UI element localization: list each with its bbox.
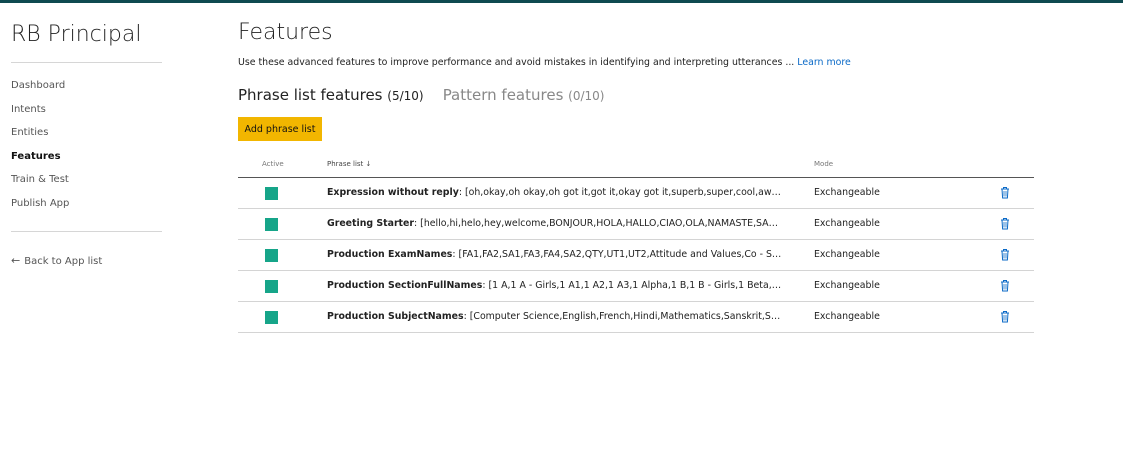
phrase-list-name: Greeting Starter [327,218,415,229]
sidebar-item-entities[interactable]: Entities [11,126,69,150]
arrow-left-icon: ← [11,254,21,267]
mode-cell: Exchangeable [814,187,880,198]
table-row[interactable]: Greeting Starter: [hello,hi,helo,hey,wel… [238,209,1034,240]
mode-cell: Exchangeable [814,249,880,260]
trash-icon[interactable] [1000,248,1010,261]
trash-icon[interactable] [1000,217,1010,230]
active-checkbox[interactable] [265,218,278,231]
sidebar-divider [11,231,162,232]
table-header: Active Phrase list ↓ Mode [238,152,1034,178]
sidebar-item-intents[interactable]: Intents [11,103,69,127]
sidebar-item-features[interactable]: Features [11,150,69,174]
page-title: Features [238,20,333,45]
mode-cell: Exchangeable [814,280,880,291]
top-bar [0,0,1123,3]
sidebar-item-publish-app[interactable]: Publish App [11,197,69,221]
table-row[interactable]: Production ExamNames: [FA1,FA2,SA1,FA3,F… [238,240,1034,271]
trash-icon[interactable] [1000,186,1010,199]
column-header-label: Phrase list [327,160,364,168]
learn-more-link[interactable]: Learn more [797,57,850,68]
column-header-phrase-list[interactable]: Phrase list ↓ [327,160,371,168]
back-link-label: Back to App list [24,256,103,267]
tab-phrase-list-features[interactable]: Phrase list features (5/10) [238,86,424,104]
app-title: RB Principal [11,22,142,47]
phrase-list-cell: Production SectionFullNames: [1 A,1 A - … [327,280,782,291]
tab-label: Phrase list features [238,86,383,104]
phrase-list-values: [1 A,1 A - Girls,1 A1,1 A2,1 A3,1 Alpha,… [488,280,783,291]
phrase-list-name: Production SectionFullNames [327,280,483,291]
mode-cell: Exchangeable [814,311,880,322]
phrase-list-values: [Computer Science,English,French,Hindi,M… [469,311,782,322]
page-description: Use these advanced features to improve p… [238,57,851,68]
description-text: Use these advanced features to improve p… [238,57,795,68]
mode-cell: Exchangeable [814,218,880,229]
phrase-list-cell: Production ExamNames: [FA1,FA2,SA1,FA3,F… [327,249,782,260]
tab-count: (5/10) [387,89,424,103]
phrase-list-table: Active Phrase list ↓ Mode Expression wit… [238,152,1034,333]
back-to-app-list-link[interactable]: ← Back to App list [11,254,102,267]
phrase-list-cell: Greeting Starter: [hello,hi,helo,hey,wel… [327,218,782,229]
feature-tabs: Phrase list features (5/10) Pattern feat… [238,85,618,104]
table-row[interactable]: Production SubjectNames: [Computer Scien… [238,302,1034,333]
add-phrase-list-button[interactable]: Add phrase list [238,117,322,141]
tab-count: (0/10) [568,89,605,103]
sort-arrow-icon: ↓ [365,160,372,168]
phrase-list-cell: Expression without reply: [oh,okay,oh ok… [327,187,782,198]
column-header-active: Active [262,160,284,168]
trash-icon[interactable] [1000,279,1010,292]
sidebar-item-train-test[interactable]: Train & Test [11,173,69,197]
tab-pattern-features[interactable]: Pattern features (0/10) [443,86,605,104]
active-checkbox[interactable] [265,280,278,293]
phrase-list-name: Production SubjectNames [327,311,464,322]
phrase-list-values: [oh,okay,oh okay,oh got it,got it,okay g… [464,187,782,198]
sidebar-item-dashboard[interactable]: Dashboard [11,79,69,103]
phrase-list-name: Expression without reply [327,187,459,198]
phrase-list-values: [FA1,FA2,SA1,FA3,FA4,SA2,QTY,UT1,UT2,Att… [458,249,782,260]
sidebar-divider [11,62,162,63]
phrase-list-values: [hello,hi,helo,hey,welcome,BONJOUR,HOLA,… [420,218,782,229]
tab-label: Pattern features [442,86,564,104]
table-row[interactable]: Expression without reply: [oh,okay,oh ok… [238,178,1034,209]
trash-icon[interactable] [1000,310,1010,323]
phrase-list-cell: Production SubjectNames: [Computer Scien… [327,311,782,322]
sidebar-nav: Dashboard Intents Entities Features Trai… [11,79,69,221]
active-checkbox[interactable] [265,311,278,324]
column-header-mode: Mode [814,160,834,168]
active-checkbox[interactable] [265,249,278,262]
table-row[interactable]: Production SectionFullNames: [1 A,1 A - … [238,271,1034,302]
active-checkbox[interactable] [265,187,278,200]
phrase-list-name: Production ExamNames [327,249,453,260]
